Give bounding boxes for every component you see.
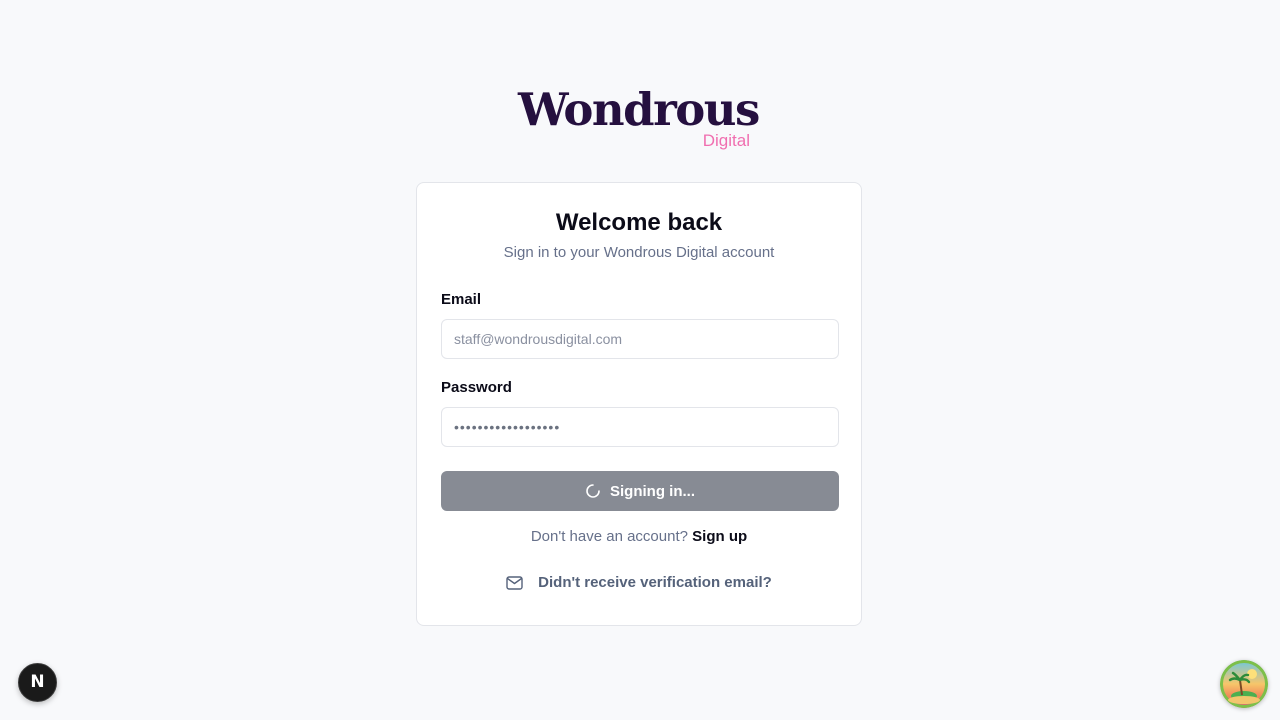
card-title: Welcome back: [555, 209, 723, 236]
sign-in-page: Wondrous Digital Welcome back Sign in to…: [0, 0, 1280, 720]
brand-wordmark: Wondrous: [518, 83, 760, 136]
password-field[interactable]: [441, 407, 839, 447]
sign-in-button-label: Signing in...: [610, 482, 695, 500]
nextjs-icon: N: [30, 672, 45, 692]
spinner-icon: [586, 484, 600, 498]
nextjs-dev-badge[interactable]: N: [18, 663, 57, 702]
email-field[interactable]: [441, 319, 839, 359]
resend-verification-link[interactable]: Didn't receive verification email?: [417, 574, 861, 592]
user-avatar[interactable]: [1220, 660, 1268, 708]
email-label: Email: [441, 291, 482, 308]
password-label: Password: [441, 379, 512, 396]
signup-prompt: Don't have an account?: [530, 528, 688, 545]
sign-in-card: Welcome back Sign in to your Wondrous Di…: [416, 182, 862, 626]
sign-up-link[interactable]: Sign up: [692, 528, 747, 545]
sign-in-button[interactable]: Signing in...: [441, 471, 839, 511]
tropical-island-avatar-icon: [1220, 660, 1268, 708]
resend-verification-label: Didn't receive verification email?: [538, 574, 772, 591]
mail-icon: [506, 576, 523, 590]
brand-tagline: Digital: [702, 131, 750, 150]
brand-logo: Wondrous Digital: [518, 84, 762, 154]
signup-prompt-line: Don't have an account? Sign up: [417, 528, 861, 546]
card-subtitle: Sign in to your Wondrous Digital account: [503, 244, 775, 261]
